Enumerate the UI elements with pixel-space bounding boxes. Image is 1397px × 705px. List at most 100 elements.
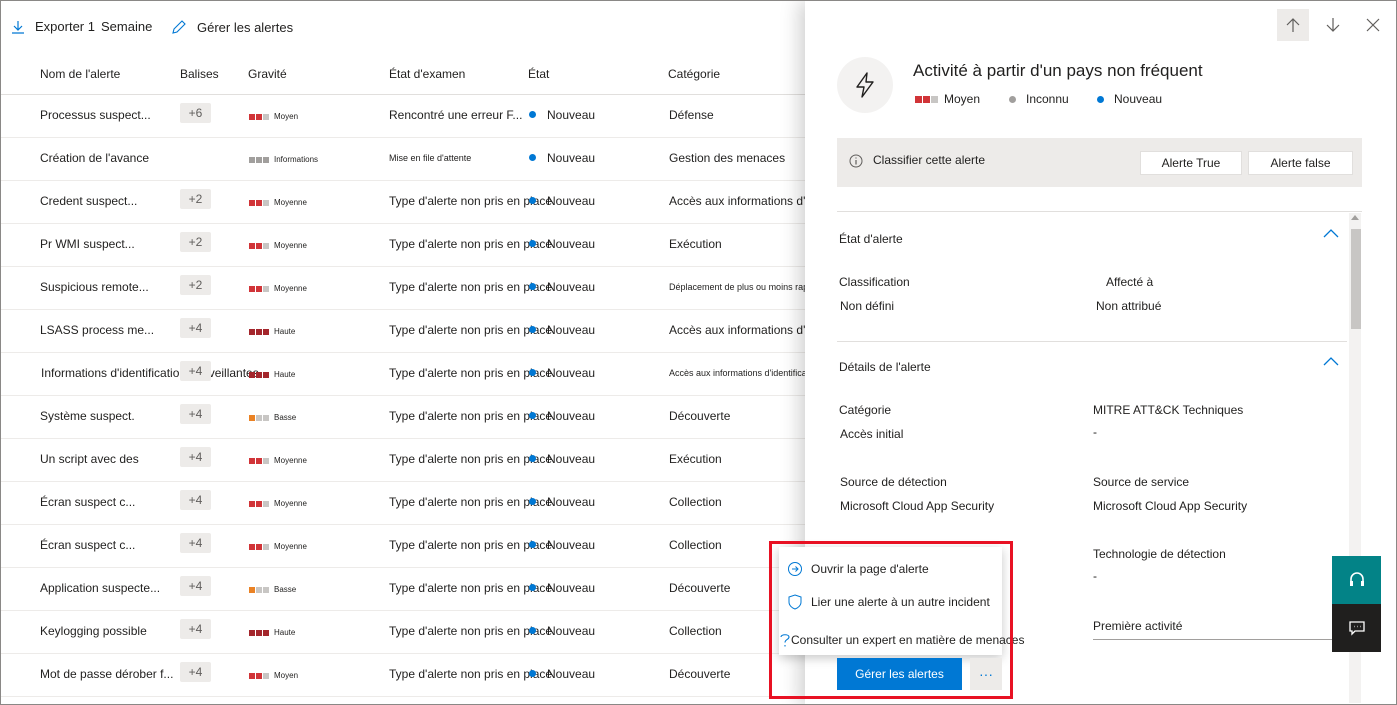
severity-square (249, 543, 255, 550)
lightning-icon (856, 72, 874, 98)
table-row[interactable]: Écran suspect c... +4 Moyenne Type d'alerte… (1, 525, 805, 568)
export-button[interactable]: Exporter 1 (11, 19, 95, 34)
manage-alerts-toolbar-button[interactable]: Gérer les alertes (171, 19, 293, 35)
exam-state: Type d'alerte non pris en place (389, 495, 553, 509)
tags-badge[interactable]: +4 (180, 361, 211, 381)
exam-state: Type d'alerte non pris en place (389, 366, 553, 380)
severity-indicator: Basse (249, 585, 296, 594)
category-label: Exécution (669, 237, 722, 251)
alert-name[interactable]: Credent suspect... (40, 194, 137, 208)
next-alert-button[interactable] (1317, 9, 1349, 41)
classification-value: Non défini (840, 299, 895, 313)
col-header-severity[interactable]: Gravité (248, 67, 287, 81)
alert-name[interactable]: Pr WMI suspect... (40, 237, 135, 251)
severity-square (263, 672, 269, 679)
tags-badge[interactable]: +4 (180, 619, 211, 639)
severity-label: Moyen (274, 671, 299, 680)
alert-name[interactable]: Application suspecte... (40, 581, 160, 595)
alert-name[interactable]: Processus suspect... (40, 108, 151, 122)
tags-badge[interactable]: +4 (180, 404, 211, 424)
severity-indicator: Moyenne (249, 241, 307, 250)
scroll-up-arrow[interactable] (1351, 215, 1359, 220)
category-label: Collection (669, 495, 722, 509)
status-dot (529, 541, 536, 548)
table-row[interactable]: Processus suspect... +6 Moyen Rencontré une… (1, 95, 805, 138)
severity-label: Haute (274, 370, 296, 379)
help-button[interactable] (1332, 556, 1381, 604)
alert-name[interactable]: Création de l'avance (40, 151, 149, 165)
table-row[interactable]: Mot de passe dérober f... +4 Moyen Type d'a… (1, 654, 805, 697)
alert-name[interactable]: Écran suspect c... (40, 495, 135, 509)
previous-alert-button[interactable] (1277, 9, 1309, 41)
true-alert-button[interactable]: Alerte True (1140, 151, 1242, 175)
chevron-up-icon[interactable] (1323, 356, 1339, 366)
tags-badge[interactable]: +4 (180, 447, 211, 467)
alert-name[interactable]: Système suspect. (40, 409, 135, 423)
severity-square (263, 242, 269, 249)
table-header: Nom de l'alerte Balises Gravité État d'e… (1, 53, 805, 95)
tags-badge[interactable]: +2 (180, 232, 211, 252)
severity-square (263, 414, 269, 421)
tags-badge[interactable]: +4 (180, 533, 211, 553)
table-row[interactable]: Application suspecte... +4 Basse Type d'ale… (1, 568, 805, 611)
table-row[interactable]: Écran suspect c... +4 Moyenne Type d'alerte… (1, 482, 805, 525)
table-row[interactable]: Informations d'identification malveillan… (1, 353, 821, 396)
category-label: Défense (669, 108, 714, 122)
status-dot (529, 455, 536, 462)
status-dot (529, 283, 536, 290)
time-range-label: Semaine (101, 19, 153, 34)
table-row[interactable]: Credent suspect... +2 Moyenne Type d'alerte… (1, 181, 872, 224)
col-header-state[interactable]: État (528, 67, 549, 81)
table-row[interactable]: LSASS process me... +4 Haute Type d'alerte … (1, 310, 872, 353)
severity-label: Moyenne (274, 456, 307, 465)
col-header-exam-state[interactable]: État d'examen (389, 67, 465, 81)
detection-source-value: Microsoft Cloud App Security (840, 499, 995, 513)
divider (1093, 639, 1362, 640)
state-label: Nouveau (547, 624, 596, 638)
severity-square (263, 543, 269, 550)
feedback-button[interactable] (1332, 604, 1381, 652)
table-row[interactable]: Keylogging possible +4 Haute Type d'alerte … (1, 611, 805, 654)
severity-indicator: Moyen (249, 671, 298, 680)
severity-square (263, 371, 269, 378)
severity-label: Moyenne (274, 499, 307, 508)
alert-name[interactable]: Mot de passe dérober f... (40, 667, 173, 681)
state-label: Nouveau (547, 667, 596, 681)
table-row[interactable]: Un script avec des +4 Moyenne Type d'alerte… (1, 439, 805, 482)
assigned-value: Non attribué (1096, 299, 1162, 313)
status-dot (529, 627, 536, 634)
category-label: Gestion des menaces (669, 151, 786, 165)
alert-name[interactable]: Écran suspect c... (40, 538, 135, 552)
alert-name[interactable]: Un script avec des (40, 452, 139, 466)
time-range-selector[interactable]: Semaine (101, 19, 152, 34)
tags-badge[interactable]: +2 (180, 189, 211, 209)
table-row[interactable]: Suspicious remote... +2 Moyenne Type d'aler… (1, 267, 820, 310)
download-icon (12, 20, 24, 34)
category-label: Déplacement de plus ou moins rapide (669, 282, 821, 292)
alert-name[interactable]: Keylogging possible (40, 624, 147, 638)
tags-badge[interactable]: +6 (180, 103, 211, 123)
tags-badge[interactable]: +4 (180, 490, 211, 510)
alert-name[interactable]: LSASS process me... (40, 323, 154, 337)
state-label: Nouveau (547, 151, 596, 165)
alert-name[interactable]: Suspicious remote... (40, 280, 149, 294)
exam-state: Mise en file d'attente (389, 153, 472, 163)
tags-badge[interactable]: +2 (180, 275, 211, 295)
table-row[interactable]: Pr WMI suspect... +2 Moyenne Type d'alerte … (1, 224, 805, 267)
col-header-category[interactable]: Catégorie (668, 67, 720, 81)
false-alert-button[interactable]: Alerte false (1248, 151, 1353, 175)
table-row[interactable]: Système suspect. +4 Basse Type d'alerte non… (1, 396, 805, 439)
close-panel-button[interactable] (1357, 9, 1389, 41)
tags-badge[interactable]: +4 (180, 662, 211, 682)
col-header-tags[interactable]: Balises (180, 67, 219, 81)
scrollbar-thumb[interactable] (1351, 229, 1361, 329)
status-dot (529, 369, 536, 376)
col-header-name[interactable]: Nom de l'alerte (40, 67, 120, 81)
alert-name[interactable]: Informations d'identification malveillan… (41, 366, 259, 380)
severity-indicator: Basse (249, 413, 296, 422)
tags-badge[interactable]: +4 (180, 576, 211, 596)
chevron-up-icon[interactable] (1323, 228, 1339, 238)
table-row[interactable]: Création de l'avance Informations Mise en … (1, 138, 805, 181)
tags-badge[interactable]: +4 (180, 318, 211, 338)
severity-square (256, 242, 262, 249)
